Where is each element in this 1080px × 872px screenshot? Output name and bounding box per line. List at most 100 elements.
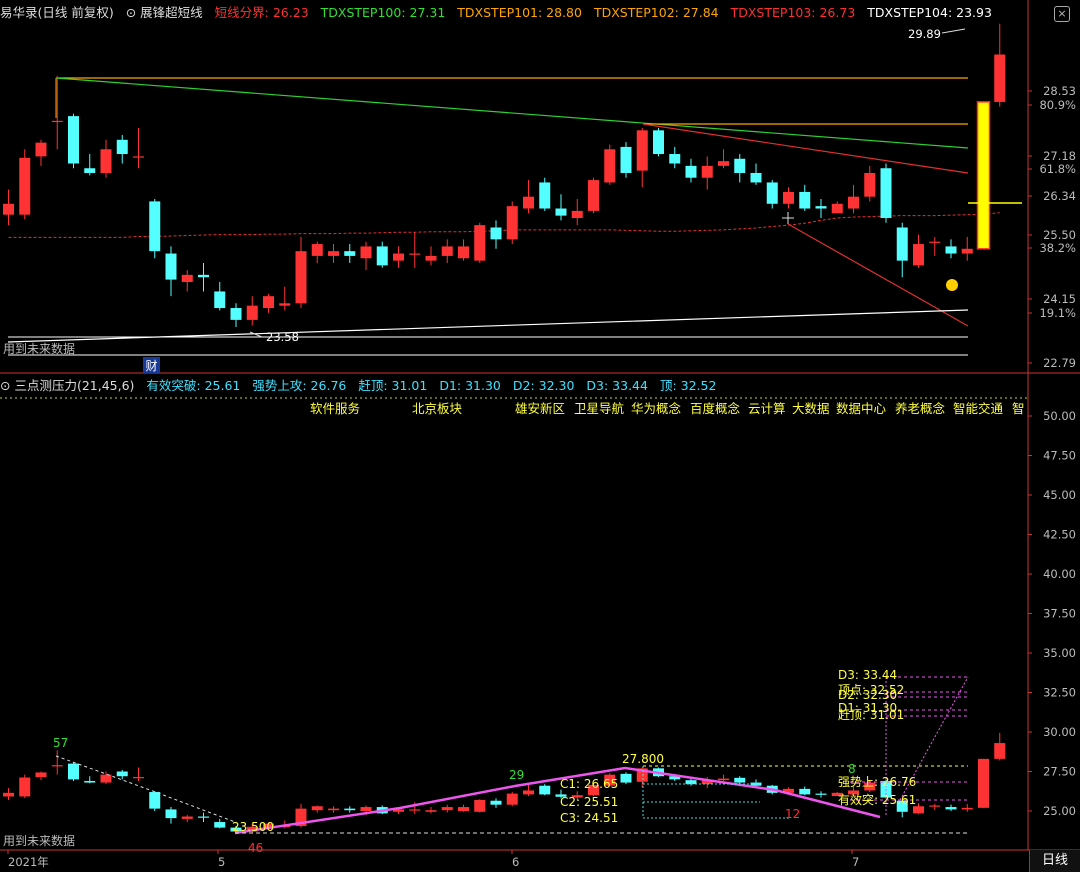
candle-body [441, 807, 453, 811]
annotation-low-arrow [249, 331, 263, 338]
legend-step103: TDXSTEP103: 26.73 [730, 5, 856, 20]
lower-annotation: 46 [248, 841, 263, 855]
lower-axis-label: 47.50 [1043, 449, 1076, 463]
candle-body [100, 149, 112, 173]
candle-body [51, 120, 63, 123]
candle-body [35, 142, 47, 157]
candle-body [328, 808, 339, 811]
candle-body [896, 227, 908, 261]
legend-d3: D3: 33.44 [586, 378, 648, 393]
x-axis-label: 2021年 [8, 855, 49, 869]
lower-axis-label: 27.50 [1043, 765, 1076, 779]
upper-axis-label: 25.50 [1043, 228, 1076, 242]
candle-body [214, 822, 226, 828]
candle-body [831, 203, 843, 214]
stock-title[interactable]: 易华录(日线 前复权) [0, 5, 114, 20]
candle-body [246, 305, 258, 320]
upper-candles [3, 23, 1006, 327]
lower-axis-label: 42.50 [1043, 528, 1076, 542]
lower-annotation: 57 [53, 736, 68, 750]
candle-body [328, 251, 339, 256]
candle-body [880, 168, 892, 218]
upper-axis-label: 19.1% [1039, 306, 1076, 320]
candle-body [490, 227, 502, 240]
upper-axis-label: 26.34 [1043, 189, 1076, 203]
candle-body [718, 161, 729, 166]
x-axis-label: 5 [218, 855, 225, 869]
candle-body [19, 777, 31, 797]
lower-annotation: D3: 33.44 [838, 668, 897, 682]
lower-annotation: C1: 26.65 [560, 777, 618, 791]
candle-body [669, 154, 681, 164]
candle-body [539, 182, 551, 209]
lower-axis-label: 40.00 [1043, 567, 1076, 581]
candle-body [116, 771, 128, 777]
candle-body [84, 168, 96, 173]
candle-body [360, 807, 372, 811]
candle-body [458, 807, 469, 811]
annotation-high: 29.89 [908, 27, 941, 41]
candle-body [750, 172, 762, 183]
lower-annotation: 有效突: 25.61 [838, 792, 916, 807]
sector-label: 数据中心 [836, 401, 887, 416]
upper-axis-label: 24.15 [1043, 292, 1076, 306]
candle-body [68, 116, 79, 164]
candle-body [100, 774, 112, 783]
candle-body [799, 191, 811, 209]
candle-body [913, 806, 924, 814]
candle-body [506, 206, 518, 240]
candle-body [458, 246, 469, 259]
step103-line [642, 123, 969, 174]
legend-top: 顶: 32.52 [659, 378, 717, 393]
candle-body [474, 225, 486, 261]
candle-body [929, 241, 941, 243]
lower-axis-label: 45.00 [1043, 488, 1076, 502]
lower-indicator-name[interactable]: ⊙ 三点测压力(21,45,6) [0, 378, 134, 393]
lower-annotation: 23.500 [232, 820, 274, 834]
candle-body [636, 130, 648, 171]
candle-body [198, 274, 209, 278]
legend-short-line: 短线分界: 26.23 [214, 5, 309, 20]
sector-label: 智 [1012, 401, 1025, 416]
sector-label: 智能交通 [953, 401, 1004, 416]
legend-step100: TDXSTEP100: 27.31 [320, 5, 446, 20]
lower-annotation: 赶顶: 31.01 [838, 708, 904, 722]
candle-body [311, 806, 323, 811]
candlestick-chart[interactable]: 28.5380.9% 27.1861.8% 26.34 25.5038.2% 24.15… [0, 0, 1080, 872]
candle-body [929, 805, 941, 807]
candle-body [116, 139, 128, 155]
candle-body [653, 130, 664, 155]
future-data-label: 用到未来数据 [3, 833, 75, 848]
candle-body [994, 54, 1006, 102]
sector-label: 华为概念 [631, 401, 682, 416]
candle-body [718, 778, 729, 781]
candle-body [978, 758, 989, 808]
indicator-name[interactable]: ⊙ 展锋超短线 [126, 5, 203, 20]
lower-annotation: 27.800 [622, 752, 664, 766]
candle-body [409, 253, 421, 255]
legend-step102: TDXSTEP102: 27.84 [593, 5, 719, 20]
lower-annotation: C3: 24.51 [560, 811, 618, 825]
candle-body [214, 291, 226, 309]
legend-chase-top: 赶顶: 31.01 [358, 378, 428, 393]
candle-body [344, 251, 356, 256]
candle-body [864, 172, 876, 197]
annotation-low: 23.58 [266, 330, 299, 344]
candle-body [815, 793, 827, 795]
lower-annotation: 8 [848, 762, 856, 776]
swing-dash-line [55, 755, 236, 823]
candle-body [181, 274, 193, 282]
candle-body [571, 210, 583, 218]
lower-axis-label: 50.00 [1043, 409, 1076, 423]
period-tab-daily[interactable]: 日线 [1029, 850, 1080, 872]
candle-body [51, 765, 63, 767]
candle-body [555, 208, 567, 216]
close-icon[interactable]: × [1054, 6, 1070, 22]
candle-body [165, 253, 177, 280]
candle-body [360, 246, 372, 259]
sector-label: 大数据 [792, 401, 830, 416]
candle-body [474, 799, 486, 812]
lower-annotation: 29 [509, 768, 524, 782]
lower-annotation: D2: 32.30 [838, 688, 897, 702]
candle-body [685, 165, 697, 178]
